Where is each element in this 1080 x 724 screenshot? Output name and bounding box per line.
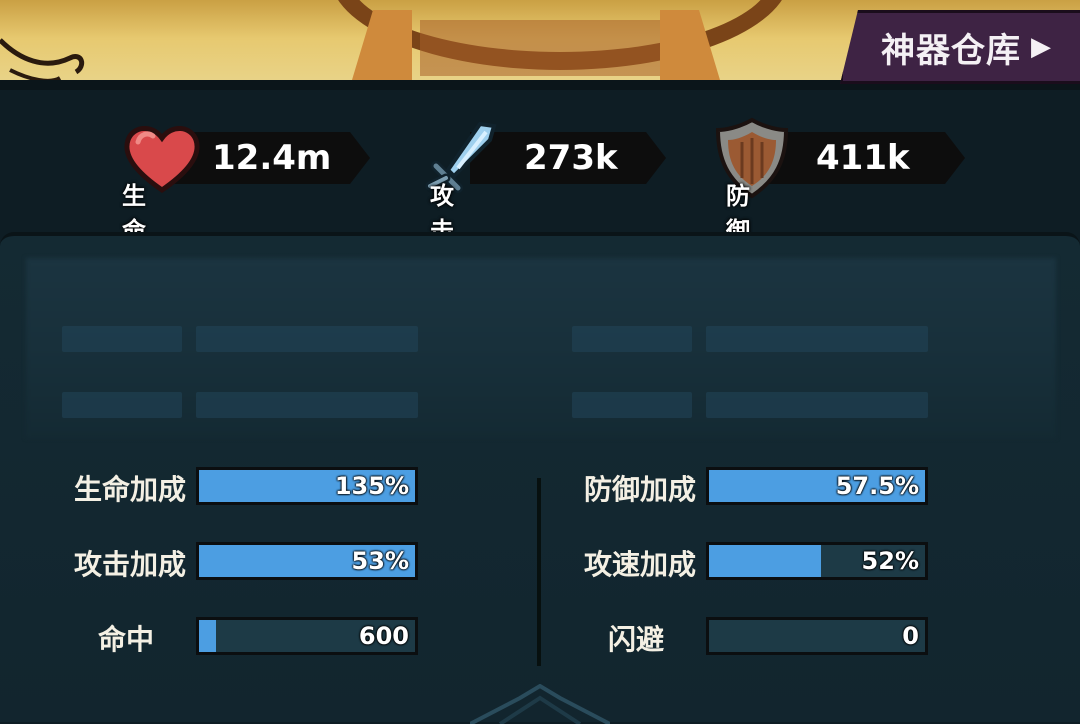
vine-ornament: [0, 38, 85, 83]
attack-bonus-label: 攻击加成: [73, 548, 186, 581]
defense-bonus-label: 防御加成: [583, 473, 696, 506]
blurred-row: [706, 392, 928, 418]
shield-icon: [715, 117, 789, 199]
hp-bonus-label: 生命加成: [73, 473, 186, 506]
bar-fill: [709, 545, 822, 577]
defense-bonus-value: 57.5%: [835, 472, 919, 500]
hp-bonus-value: 135%: [334, 472, 409, 500]
attack-speed-bonus-value: 52%: [861, 547, 919, 575]
accuracy-bar: 600: [196, 617, 418, 655]
blurred-row: [572, 392, 692, 418]
accuracy-value: 600: [358, 622, 409, 650]
blurred-row: [706, 326, 928, 352]
bottom-ornament: [470, 684, 610, 724]
artifact-warehouse-button[interactable]: 神器仓库 ▶: [840, 10, 1080, 84]
arrow-right-icon: ▶: [1031, 32, 1052, 62]
blurred-row: [196, 392, 418, 418]
dodge-bar: 0: [706, 617, 928, 655]
attack-bonus-value: 53%: [351, 547, 409, 575]
blurred-row: [62, 326, 182, 352]
attack-speed-bonus-bar: 52%: [706, 542, 928, 580]
defense-bonus-bar: 57.5%: [706, 467, 928, 505]
attack-bonus-bar: 53%: [196, 542, 418, 580]
artifact-warehouse-label: 神器仓库: [881, 30, 1021, 71]
blurred-row: [572, 326, 692, 352]
blurred-row: [62, 392, 182, 418]
blurred-row: [196, 326, 418, 352]
attack-speed-bonus-label: 攻速加成: [583, 548, 696, 581]
dodge-label: 闪避: [607, 623, 664, 656]
bar-fill: [199, 620, 217, 652]
dodge-value: 0: [902, 622, 919, 650]
artifact-pedestal-base: [420, 20, 660, 76]
hp-bonus-bar: 135%: [196, 467, 418, 505]
accuracy-label: 命中: [97, 623, 154, 656]
